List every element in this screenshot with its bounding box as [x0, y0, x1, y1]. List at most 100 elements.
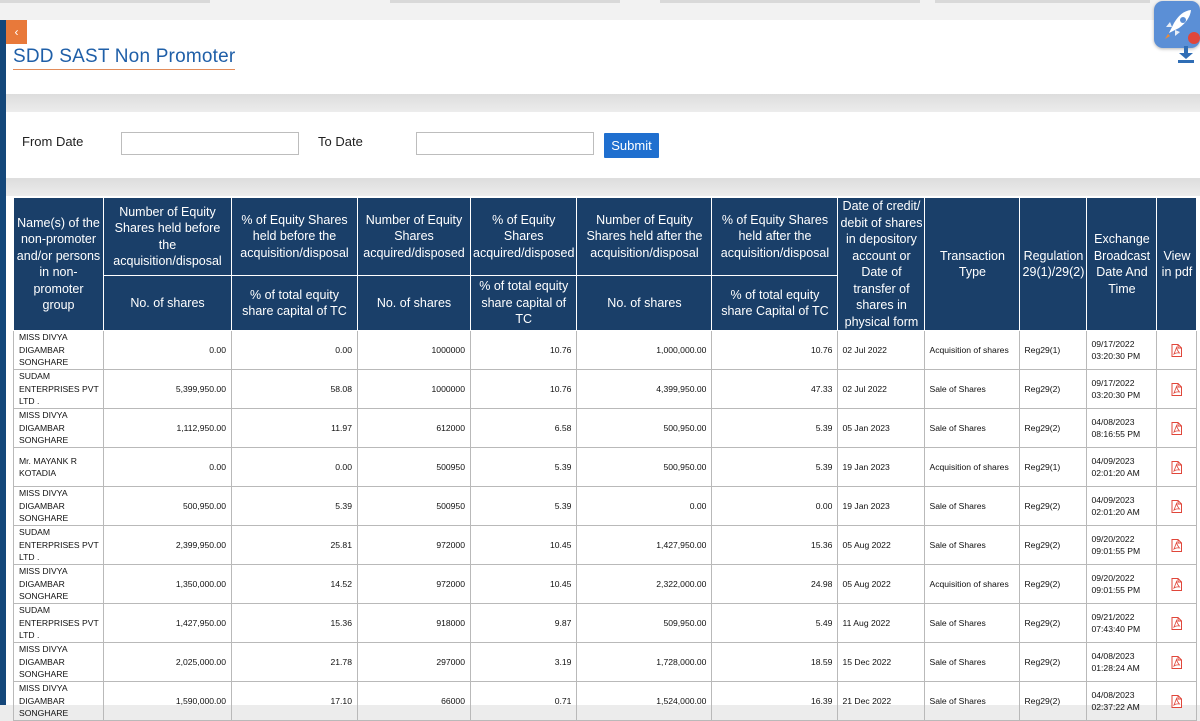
- cell-shares-acquired: 297000: [357, 642, 471, 682]
- cell-shares-after: 509,950.00: [576, 603, 713, 643]
- cell-pct-after: 15.36: [711, 525, 839, 565]
- top-strip-segment: [660, 0, 920, 3]
- cell-pct-before: 0.00: [231, 330, 358, 370]
- table-row: SUDAM ENTERPRISES PVT LTD . 5,399,950.00…: [13, 369, 1198, 409]
- cell-shares-before: 500,950.00: [103, 486, 232, 526]
- pdf-icon[interactable]: [1171, 421, 1183, 435]
- pdf-icon[interactable]: [1171, 616, 1183, 630]
- cell-name: MISS DIVYA DIGAMBAR SONGHARE: [13, 642, 104, 682]
- cell-shares-acquired: 918000: [357, 603, 471, 643]
- section-separator: [6, 94, 1200, 112]
- cell-pct-acquired: 6.58: [469, 408, 578, 448]
- cell-date: 02 Jul 2022: [837, 369, 926, 409]
- cell-shares-after: 1,728,000.00: [576, 642, 713, 682]
- top-strip-segment: [390, 0, 620, 3]
- cell-name: MISS DIVYA DIGAMBAR SONGHARE: [13, 486, 104, 526]
- table-row: MISS DIVYA DIGAMBAR SONGHARE 2,025,000.0…: [13, 642, 1198, 682]
- cell-name: SUDAM ENTERPRISES PVT LTD .: [13, 525, 104, 565]
- cell-date: 05 Aug 2022: [837, 564, 926, 604]
- cell-regulation: Reg29(2): [1019, 642, 1088, 682]
- cell-pct-acquired: 10.76: [469, 330, 578, 370]
- cell-view-pdf: [1156, 447, 1198, 487]
- from-date-label: From Date: [22, 134, 84, 149]
- exchange-time: 03:20:30 PM: [1091, 351, 1141, 361]
- cell-pct-before: 58.08: [231, 369, 358, 409]
- cell-shares-before: 1,112,950.00: [103, 408, 232, 448]
- cell-transaction-type: Sale of Shares: [924, 369, 1021, 409]
- pdf-icon[interactable]: [1171, 382, 1183, 396]
- cell-exchange-date: 04/09/2023 02:01:20 AM: [1086, 486, 1158, 526]
- table-row: MISS DIVYA DIGAMBAR SONGHARE 500,950.00 …: [13, 486, 1198, 526]
- col-header-transaction-type: Transaction Type: [924, 197, 1021, 331]
- col-header-view-pdf: View in pdf: [1156, 197, 1198, 331]
- cell-date: 15 Dec 2022: [837, 642, 926, 682]
- cell-shares-before: 1,590,000.00: [103, 681, 232, 721]
- to-date-input[interactable]: [416, 132, 594, 155]
- cell-pct-before: 15.36: [231, 603, 358, 643]
- pdf-icon[interactable]: [1171, 343, 1183, 357]
- cell-shares-after: 1,524,000.00: [576, 681, 713, 721]
- pdf-icon[interactable]: [1171, 499, 1183, 513]
- cell-date: 19 Jan 2023: [837, 486, 926, 526]
- exchange-time: 02:37:22 AM: [1091, 702, 1140, 712]
- cell-pct-acquired: 9.87: [469, 603, 578, 643]
- cell-transaction-type: Sale of Shares: [924, 642, 1021, 682]
- cell-pct-after: 0.00: [711, 486, 839, 526]
- rocket-icon[interactable]: [1154, 1, 1200, 48]
- collapse-sidebar-button[interactable]: ‹: [6, 20, 27, 44]
- pdf-icon[interactable]: [1171, 655, 1183, 669]
- table-row: SUDAM ENTERPRISES PVT LTD . 2,399,950.00…: [13, 525, 1198, 565]
- cell-regulation: Reg29(2): [1019, 408, 1088, 448]
- cell-view-pdf: [1156, 642, 1198, 682]
- download-icon[interactable]: [1176, 46, 1196, 64]
- pdf-icon[interactable]: [1171, 694, 1183, 708]
- cell-shares-before: 1,427,950.00: [103, 603, 232, 643]
- cell-shares-acquired: 500950: [357, 447, 471, 487]
- cell-transaction-type: Acquisition of shares: [924, 447, 1021, 487]
- cell-pct-after: 5.49: [711, 603, 839, 643]
- cell-pct-acquired: 10.76: [469, 369, 578, 409]
- cell-shares-acquired: 972000: [357, 564, 471, 604]
- cell-pct-after: 16.39: [711, 681, 839, 721]
- to-date-label: To Date: [318, 134, 363, 149]
- cell-shares-before: 0.00: [103, 447, 232, 487]
- cell-pct-after: 5.39: [711, 408, 839, 448]
- cell-regulation: Reg29(1): [1019, 447, 1088, 487]
- pdf-icon[interactable]: [1171, 460, 1183, 474]
- pdf-icon[interactable]: [1171, 538, 1183, 552]
- cell-shares-acquired: 1000000: [357, 330, 471, 370]
- col-header-exchange-date: Exchange Broadcast Date And Time: [1086, 197, 1158, 331]
- cell-shares-before: 2,025,000.00: [103, 642, 232, 682]
- from-date-input[interactable]: [121, 132, 299, 155]
- cell-date: 02 Jul 2022: [837, 330, 926, 370]
- top-strip-segment: [935, 0, 1150, 3]
- cell-pct-acquired: 5.39: [469, 486, 578, 526]
- exchange-date: 04/09/2023: [1091, 494, 1135, 505]
- cell-name: SUDAM ENTERPRISES PVT LTD .: [13, 603, 104, 643]
- cell-exchange-date: 09/17/2022 03:20:30 PM: [1086, 330, 1158, 370]
- subheader-no-shares: No. of shares: [103, 275, 232, 331]
- submit-button[interactable]: Submit: [604, 133, 659, 158]
- cell-exchange-date: 09/17/2022 03:20:30 PM: [1086, 369, 1158, 409]
- cell-shares-acquired: 1000000: [357, 369, 471, 409]
- cell-shares-after: 2,322,000.00: [576, 564, 713, 604]
- cell-regulation: Reg29(2): [1019, 681, 1088, 721]
- exchange-date: 04/08/2023: [1091, 416, 1135, 427]
- cell-pct-before: 0.00: [231, 447, 358, 487]
- cell-transaction-type: Sale of Shares: [924, 603, 1021, 643]
- page-title: SDD SAST Non Promoter: [13, 46, 236, 70]
- cell-pct-before: 21.78: [231, 642, 358, 682]
- cell-shares-after: 1,427,950.00: [576, 525, 713, 565]
- exchange-time: 02:01:20 AM: [1091, 468, 1140, 478]
- pdf-icon[interactable]: [1171, 577, 1183, 591]
- cell-view-pdf: [1156, 486, 1198, 526]
- cell-name: MISS DIVYA DIGAMBAR SONGHARE: [13, 330, 104, 370]
- cell-regulation: Reg29(2): [1019, 486, 1088, 526]
- cell-pct-acquired: 3.19: [469, 642, 578, 682]
- subheader-no-shares: No. of shares: [576, 275, 713, 331]
- cell-shares-after: 500,950.00: [576, 408, 713, 448]
- exchange-time: 07:43:40 PM: [1091, 624, 1141, 634]
- cell-regulation: Reg29(1): [1019, 330, 1088, 370]
- cell-date: 21 Dec 2022: [837, 681, 926, 721]
- section-separator: [6, 178, 1200, 196]
